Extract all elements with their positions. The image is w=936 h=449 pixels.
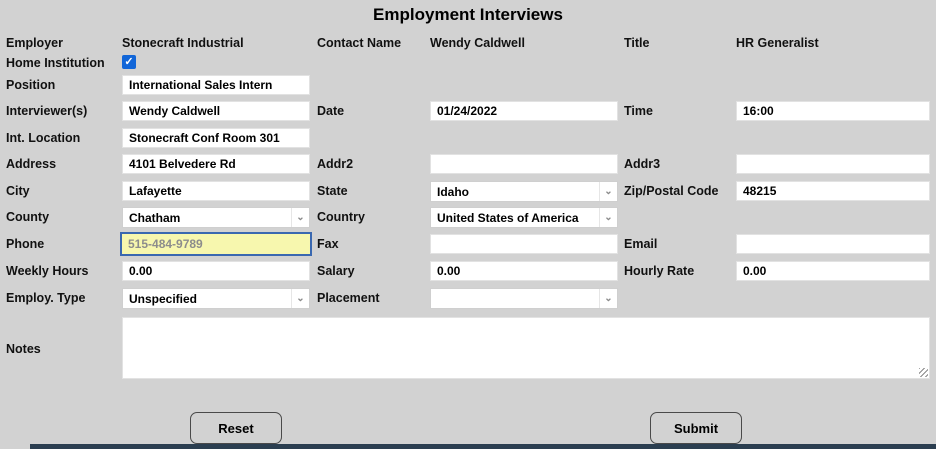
addr2-input[interactable] <box>430 154 618 174</box>
employer-value: Stonecraft Industrial <box>122 36 244 50</box>
state-select[interactable]: Idaho ⌄ <box>430 181 618 202</box>
chevron-down-icon: ⌄ <box>599 289 617 308</box>
chevron-down-icon: ⌄ <box>599 182 617 201</box>
contact-name-value: Wendy Caldwell <box>430 36 525 50</box>
employ-type-select-value: Unspecified <box>129 291 198 306</box>
salary-label: Salary <box>317 264 355 278</box>
addr3-label: Addr3 <box>624 157 661 171</box>
city-label: City <box>6 184 30 198</box>
time-label: Time <box>624 104 653 118</box>
notes-textarea[interactable] <box>122 317 930 379</box>
position-label: Position <box>6 78 56 92</box>
address-label: Address <box>6 157 57 171</box>
page-title: Employment Interviews <box>373 5 563 24</box>
time-input[interactable] <box>736 101 930 121</box>
contact-name-label: Contact Name <box>317 36 402 50</box>
employment-interviews-form: Employment Interviews Employer Stonecraf… <box>0 0 936 449</box>
reset-button[interactable]: Reset <box>190 412 282 444</box>
placement-label: Placement <box>317 291 380 305</box>
weekly-hours-input[interactable] <box>122 261 310 281</box>
employer-label: Employer <box>6 36 63 50</box>
title-label: Title <box>624 36 650 50</box>
interviewers-label: Interviewer(s) <box>6 104 88 118</box>
submit-button[interactable]: Submit <box>650 412 742 444</box>
notes-label: Notes <box>6 342 41 356</box>
hourly-rate-input[interactable] <box>736 261 930 281</box>
hourly-rate-label: Hourly Rate <box>624 264 695 278</box>
phone-input[interactable] <box>120 232 312 256</box>
county-select[interactable]: Chatham ⌄ <box>122 207 310 228</box>
weekly-hours-label: Weekly Hours <box>6 264 89 278</box>
int-location-label: Int. Location <box>6 131 81 145</box>
country-label: Country <box>317 210 365 224</box>
bottom-bar <box>30 444 936 449</box>
employ-type-select[interactable]: Unspecified ⌄ <box>122 288 310 309</box>
date-label: Date <box>317 104 345 118</box>
salary-input[interactable] <box>430 261 618 281</box>
interviewers-input[interactable] <box>122 101 310 121</box>
check-icon: ✓ <box>124 56 134 68</box>
email-label: Email <box>624 237 658 251</box>
addr3-input[interactable] <box>736 154 930 174</box>
placement-select[interactable]: ⌄ <box>430 288 618 309</box>
resize-handle-icon[interactable] <box>919 368 928 377</box>
email-input[interactable] <box>736 234 930 254</box>
chevron-down-icon: ⌄ <box>599 208 617 227</box>
state-label: State <box>317 184 348 198</box>
home-institution-checkbox[interactable]: ✓ <box>122 55 136 69</box>
zip-input[interactable] <box>736 181 930 201</box>
position-input[interactable] <box>122 75 310 95</box>
county-label: County <box>6 210 50 224</box>
fax-label: Fax <box>317 237 339 251</box>
country-select-value: United States of America <box>437 210 579 225</box>
chevron-down-icon: ⌄ <box>291 208 309 227</box>
employ-type-label: Employ. Type <box>6 291 86 305</box>
country-select[interactable]: United States of America ⌄ <box>430 207 618 228</box>
city-input[interactable] <box>122 181 310 201</box>
county-select-value: Chatham <box>129 210 181 225</box>
address-input[interactable] <box>122 154 310 174</box>
int-location-input[interactable] <box>122 128 310 148</box>
date-input[interactable] <box>430 101 618 121</box>
chevron-down-icon: ⌄ <box>291 289 309 308</box>
phone-label: Phone <box>6 237 45 251</box>
home-institution-label: Home Institution <box>6 56 105 70</box>
zip-label: Zip/Postal Code <box>624 184 719 198</box>
title-value: HR Generalist <box>736 36 819 50</box>
fax-input[interactable] <box>430 234 618 254</box>
state-select-value: Idaho <box>437 184 469 199</box>
addr2-label: Addr2 <box>317 157 354 171</box>
